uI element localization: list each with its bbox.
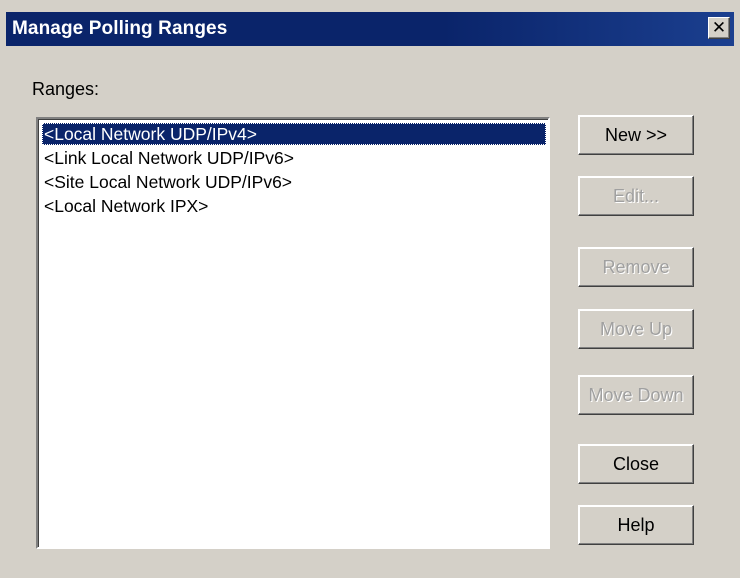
help-button[interactable]: Help [578,505,694,545]
close-icon: ✕ [711,17,727,38]
move-up-button[interactable]: Move Up [578,309,694,349]
title-bar[interactable]: Manage Polling Ranges ✕ [6,12,734,46]
dialog-title: Manage Polling Ranges [12,18,228,39]
ranges-label: Ranges: [32,79,100,99]
move-down-button[interactable]: Move Down [578,375,694,415]
new-button[interactable]: New >> [578,115,694,155]
range-item-link-local-network-udp-ipv6[interactable]: <Link Local Network UDP/IPv6> [42,147,296,169]
range-item-local-network-udp-ipv4[interactable]: <Local Network UDP/IPv4> [42,123,546,145]
range-item-local-network-ipx[interactable]: <Local Network IPX> [42,195,210,217]
range-item-site-local-network-udp-ipv6[interactable]: <Site Local Network UDP/IPv6> [42,171,294,193]
manage-polling-ranges-dialog: Manage Polling Ranges ✕ Ranges: <Local N… [0,0,740,578]
remove-button[interactable]: Remove [578,247,694,287]
close-button[interactable]: Close [578,444,694,484]
ranges-listbox[interactable]: <Local Network UDP/IPv4> <Link Local Net… [36,117,550,549]
edit-button[interactable]: Edit... [578,176,694,216]
close-window-button[interactable]: ✕ [708,17,730,39]
